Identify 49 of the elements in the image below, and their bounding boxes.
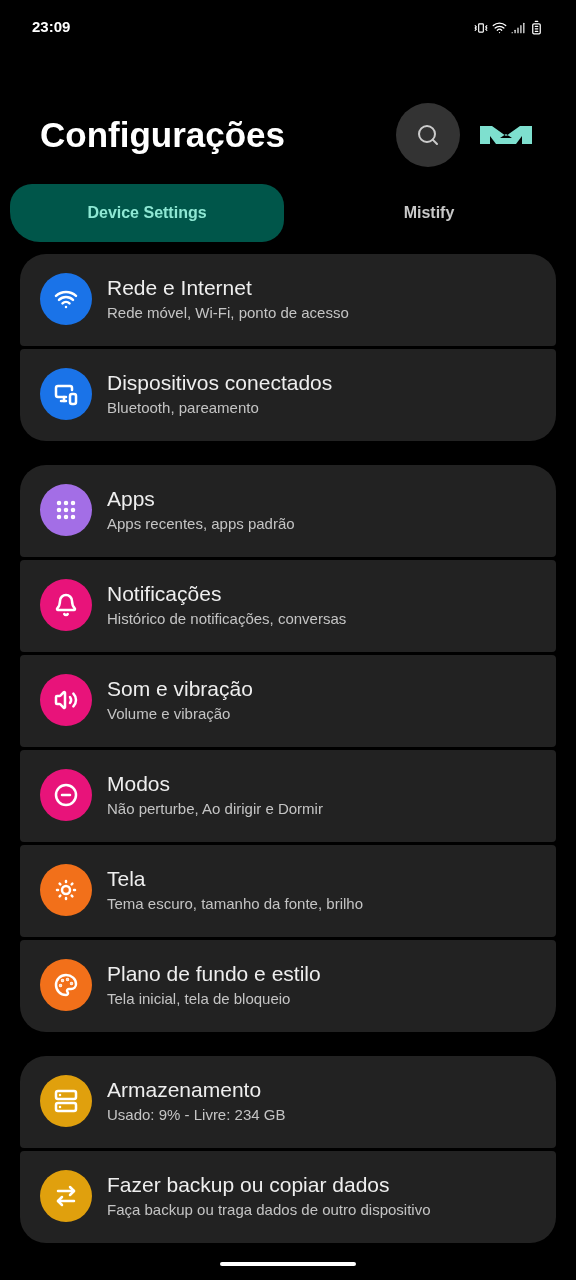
item-title: Rede e Internet [107, 275, 253, 301]
search-icon [416, 123, 440, 147]
item-title: Tela [107, 866, 147, 892]
page-title: Configurações [40, 113, 287, 156]
speaker-glyph-icon [54, 688, 78, 712]
item-subtitle: Usado: 9% - Livre: 234 GB [107, 1105, 286, 1125]
bell-glyph-icon [54, 593, 78, 617]
tab[interactable]: Device Settings [10, 184, 284, 242]
settings-item[interactable]: Dispositivos conectados Bluetooth, pareamento [20, 349, 556, 441]
storage-glyph-icon [54, 1089, 78, 1113]
palette-glyph-icon [54, 973, 78, 997]
item-subtitle: Bluetooth, pareamento [107, 398, 260, 418]
item-subtitle: Tela inicial, tela de bloqueio [107, 989, 292, 1009]
item-subtitle: Faça backup ou traga dados de outro dispositivo [107, 1200, 431, 1220]
item-subtitle: Tema escuro, tamanho da fonte, brilho [107, 894, 363, 914]
item-title: Dispositivos conectados [107, 370, 333, 396]
logo-icon[interactable] [480, 124, 532, 146]
settings-item[interactable]: Notificações Histórico de notificações, conversas [20, 560, 556, 652]
minus-circle-glyph-icon [54, 783, 78, 807]
vibrate-icon [474, 20, 488, 35]
battery-icon [529, 20, 544, 35]
settings-item[interactable]: Plano de fundo e estilo Tela inicial, tela de bloqueio [20, 940, 556, 1032]
item-title: Modos [107, 771, 172, 797]
brightness-glyph-icon [54, 878, 78, 902]
settings-item[interactable]: Modos Não perturbe, Ao dirigir e Dormir [20, 750, 556, 842]
item-title: Notificações [107, 581, 223, 607]
item-subtitle: Rede móvel, Wi-Fi, ponto de acesso [107, 303, 349, 323]
item-title: Apps [107, 486, 156, 512]
wifi-signal-icon [492, 20, 507, 35]
item-title: Armazenamento [107, 1077, 263, 1103]
settings-item[interactable]: Fazer backup ou copiar dados Faça backup ou traga dados de outro dispositivo [20, 1151, 556, 1243]
cell-signal-icon [511, 20, 525, 35]
arrows-glyph-icon [54, 1184, 78, 1208]
item-subtitle: Volume e vibração [107, 704, 232, 724]
item-subtitle: Histórico de notificações, conversas [107, 609, 347, 629]
devices-glyph-icon [54, 382, 78, 406]
settings-item[interactable]: Armazenamento Usado: 9% - Livre: 234 GB [20, 1056, 556, 1148]
grid-glyph-icon [54, 498, 78, 522]
item-title: Plano de fundo e estilo [107, 961, 321, 987]
item-subtitle: Não perturbe, Ao dirigir e Dormir [107, 799, 323, 819]
item-subtitle: Apps recentes, apps padrão [107, 514, 295, 534]
item-title: Fazer backup ou copiar dados [107, 1172, 391, 1198]
settings-item[interactable]: Tela Tema escuro, tamanho da fonte, brilho [20, 845, 556, 937]
settings-item[interactable]: Apps Apps recentes, apps padrão [20, 465, 556, 557]
status-time: 23:09 [32, 17, 71, 38]
item-title: Som e vibração [107, 676, 253, 702]
settings-item[interactable]: Som e vibração Volume e vibração [20, 655, 556, 747]
tab[interactable]: Mistify [292, 184, 566, 242]
settings-item[interactable]: Rede e Internet Rede móvel, Wi-Fi, ponto de acesso [20, 254, 556, 346]
